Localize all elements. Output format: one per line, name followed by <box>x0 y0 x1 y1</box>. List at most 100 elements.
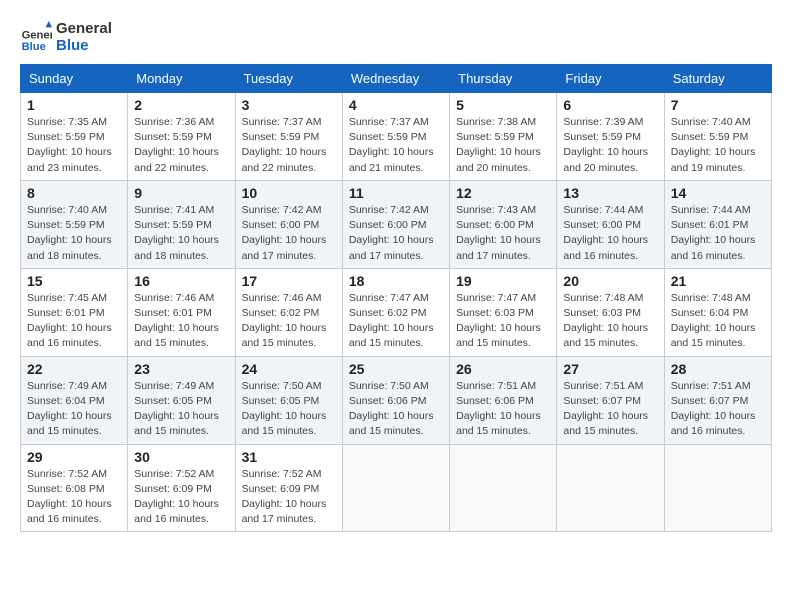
day-info: Sunrise: 7:48 AMSunset: 6:03 PMDaylight:… <box>563 291 657 352</box>
logo-text-general: General <box>56 20 112 37</box>
calendar: SundayMondayTuesdayWednesdayThursdayFrid… <box>20 64 772 532</box>
day-number: 24 <box>242 361 336 377</box>
day-cell: 12 Sunrise: 7:43 AMSunset: 6:00 PMDayligh… <box>450 180 557 268</box>
day-info: Sunrise: 7:38 AMSunset: 5:59 PMDaylight:… <box>456 115 550 176</box>
day-info: Sunrise: 7:51 AMSunset: 6:06 PMDaylight:… <box>456 379 550 440</box>
day-cell: 9 Sunrise: 7:41 AMSunset: 5:59 PMDaylight… <box>128 180 235 268</box>
calendar-week-row: 1Sunrise: 7:35 AMSunset: 5:59 PMDaylight… <box>21 93 772 181</box>
day-cell: 6 Sunrise: 7:39 AMSunset: 5:59 PMDaylight… <box>557 93 664 181</box>
day-number: 27 <box>563 361 657 377</box>
day-info: Sunrise: 7:51 AMSunset: 6:07 PMDaylight:… <box>671 379 765 440</box>
day-number: 9 <box>134 185 228 201</box>
col-header-monday: Monday <box>128 65 235 93</box>
day-info: Sunrise: 7:45 AMSunset: 6:01 PMDaylight:… <box>27 291 121 352</box>
day-cell: 17 Sunrise: 7:46 AMSunset: 6:02 PMDayligh… <box>235 268 342 356</box>
day-cell: 3Sunrise: 7:37 AMSunset: 5:59 PMDaylight… <box>235 93 342 181</box>
day-cell: 4Sunrise: 7:37 AMSunset: 5:59 PMDaylight… <box>342 93 449 181</box>
day-info: Sunrise: 7:47 AMSunset: 6:03 PMDaylight:… <box>456 291 550 352</box>
day-info: Sunrise: 7:44 AMSunset: 6:01 PMDaylight:… <box>671 203 765 264</box>
day-info: Sunrise: 7:49 AMSunset: 6:04 PMDaylight:… <box>27 379 121 440</box>
day-number: 16 <box>134 273 228 289</box>
svg-text:Blue: Blue <box>22 41 46 53</box>
day-number: 26 <box>456 361 550 377</box>
day-info: Sunrise: 7:52 AMSunset: 6:09 PMDaylight:… <box>134 467 228 528</box>
calendar-week-row: 22 Sunrise: 7:49 AMSunset: 6:04 PMDayligh… <box>21 356 772 444</box>
calendar-week-row: 8 Sunrise: 7:40 AMSunset: 5:59 PMDaylight… <box>21 180 772 268</box>
day-number: 14 <box>671 185 765 201</box>
day-number: 28 <box>671 361 765 377</box>
day-number: 17 <box>242 273 336 289</box>
day-number: 13 <box>563 185 657 201</box>
page-header: General Blue General Blue <box>20 20 772 54</box>
day-cell: 16 Sunrise: 7:46 AMSunset: 6:01 PMDayligh… <box>128 268 235 356</box>
day-cell: 28 Sunrise: 7:51 AMSunset: 6:07 PMDayligh… <box>664 356 771 444</box>
day-cell: 30 Sunrise: 7:52 AMSunset: 6:09 PMDayligh… <box>128 444 235 532</box>
day-cell: 27 Sunrise: 7:51 AMSunset: 6:07 PMDayligh… <box>557 356 664 444</box>
day-info: Sunrise: 7:40 AMSunset: 5:59 PMDaylight:… <box>671 115 765 176</box>
day-cell: 10 Sunrise: 7:42 AMSunset: 6:00 PMDayligh… <box>235 180 342 268</box>
day-number: 22 <box>27 361 121 377</box>
logo: General Blue General Blue <box>20 20 112 54</box>
day-info: Sunrise: 7:40 AMSunset: 5:59 PMDaylight:… <box>27 203 121 264</box>
day-info: Sunrise: 7:43 AMSunset: 6:00 PMDaylight:… <box>456 203 550 264</box>
col-header-thursday: Thursday <box>450 65 557 93</box>
day-info: Sunrise: 7:39 AMSunset: 5:59 PMDaylight:… <box>563 115 657 176</box>
day-info: Sunrise: 7:44 AMSunset: 6:00 PMDaylight:… <box>563 203 657 264</box>
day-cell: 29 Sunrise: 7:52 AMSunset: 6:08 PMDayligh… <box>21 444 128 532</box>
day-cell: 25 Sunrise: 7:50 AMSunset: 6:06 PMDayligh… <box>342 356 449 444</box>
day-cell: 31 Sunrise: 7:52 AMSunset: 6:09 PMDayligh… <box>235 444 342 532</box>
day-cell: 2 Sunrise: 7:36 AMSunset: 5:59 PMDaylight… <box>128 93 235 181</box>
day-number: 2 <box>134 97 228 113</box>
day-info: Sunrise: 7:48 AMSunset: 6:04 PMDaylight:… <box>671 291 765 352</box>
day-cell: 5 Sunrise: 7:38 AMSunset: 5:59 PMDaylight… <box>450 93 557 181</box>
day-number: 10 <box>242 185 336 201</box>
day-cell: 7 Sunrise: 7:40 AMSunset: 5:59 PMDaylight… <box>664 93 771 181</box>
empty-cell <box>342 444 449 532</box>
day-number: 6 <box>563 97 657 113</box>
day-number: 8 <box>27 185 121 201</box>
day-info: Sunrise: 7:46 AMSunset: 6:01 PMDaylight:… <box>134 291 228 352</box>
day-info: Sunrise: 7:46 AMSunset: 6:02 PMDaylight:… <box>242 291 336 352</box>
day-info: Sunrise: 7:52 AMSunset: 6:09 PMDaylight:… <box>242 467 336 528</box>
day-info: Sunrise: 7:52 AMSunset: 6:08 PMDaylight:… <box>27 467 121 528</box>
day-info: Sunrise: 7:37 AMSunset: 5:59 PMDaylight:… <box>349 115 443 176</box>
col-header-sunday: Sunday <box>21 65 128 93</box>
day-number: 31 <box>242 449 336 465</box>
logo-icon: General Blue <box>20 21 52 53</box>
day-number: 23 <box>134 361 228 377</box>
day-info: Sunrise: 7:49 AMSunset: 6:05 PMDaylight:… <box>134 379 228 440</box>
day-number: 1 <box>27 97 121 113</box>
day-cell: 19 Sunrise: 7:47 AMSunset: 6:03 PMDayligh… <box>450 268 557 356</box>
day-info: Sunrise: 7:41 AMSunset: 5:59 PMDaylight:… <box>134 203 228 264</box>
col-header-wednesday: Wednesday <box>342 65 449 93</box>
day-cell: 11Sunrise: 7:42 AMSunset: 6:00 PMDayligh… <box>342 180 449 268</box>
day-info: Sunrise: 7:50 AMSunset: 6:05 PMDaylight:… <box>242 379 336 440</box>
day-info: Sunrise: 7:42 AMSunset: 6:00 PMDaylight:… <box>242 203 336 264</box>
day-cell: 14 Sunrise: 7:44 AMSunset: 6:01 PMDayligh… <box>664 180 771 268</box>
day-number: 5 <box>456 97 550 113</box>
day-number: 7 <box>671 97 765 113</box>
day-info: Sunrise: 7:47 AMSunset: 6:02 PMDaylight:… <box>349 291 443 352</box>
day-cell: 13 Sunrise: 7:44 AMSunset: 6:00 PMDayligh… <box>557 180 664 268</box>
day-number: 11 <box>349 185 443 201</box>
day-number: 12 <box>456 185 550 201</box>
day-info: Sunrise: 7:50 AMSunset: 6:06 PMDaylight:… <box>349 379 443 440</box>
col-header-tuesday: Tuesday <box>235 65 342 93</box>
day-cell: 20 Sunrise: 7:48 AMSunset: 6:03 PMDayligh… <box>557 268 664 356</box>
day-cell: 8 Sunrise: 7:40 AMSunset: 5:59 PMDaylight… <box>21 180 128 268</box>
calendar-header-row: SundayMondayTuesdayWednesdayThursdayFrid… <box>21 65 772 93</box>
day-info: Sunrise: 7:36 AMSunset: 5:59 PMDaylight:… <box>134 115 228 176</box>
empty-cell <box>450 444 557 532</box>
day-number: 25 <box>349 361 443 377</box>
empty-cell <box>664 444 771 532</box>
day-cell: 18Sunrise: 7:47 AMSunset: 6:02 PMDayligh… <box>342 268 449 356</box>
day-number: 30 <box>134 449 228 465</box>
day-number: 15 <box>27 273 121 289</box>
col-header-saturday: Saturday <box>664 65 771 93</box>
day-number: 29 <box>27 449 121 465</box>
day-info: Sunrise: 7:51 AMSunset: 6:07 PMDaylight:… <box>563 379 657 440</box>
day-cell: 24 Sunrise: 7:50 AMSunset: 6:05 PMDayligh… <box>235 356 342 444</box>
day-number: 19 <box>456 273 550 289</box>
day-number: 20 <box>563 273 657 289</box>
col-header-friday: Friday <box>557 65 664 93</box>
